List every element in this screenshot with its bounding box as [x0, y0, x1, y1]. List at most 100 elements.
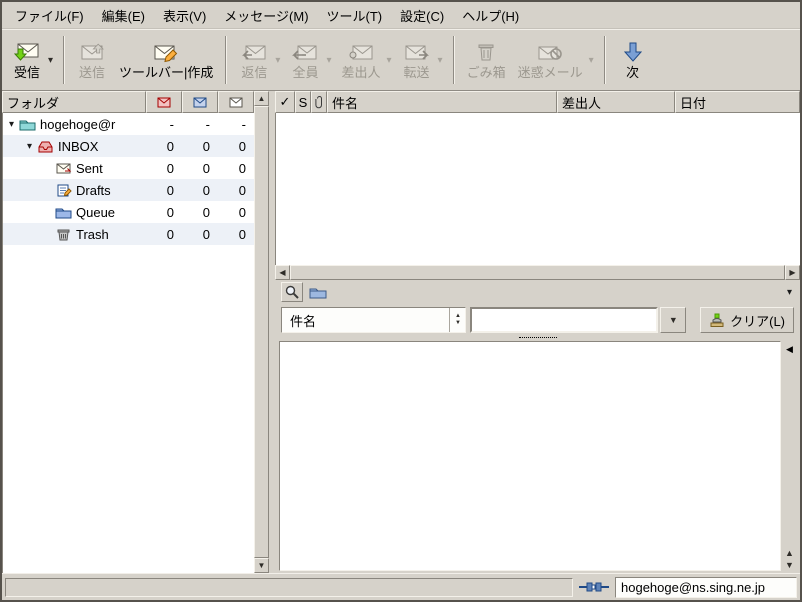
- next-button[interactable]: 次: [612, 32, 654, 88]
- unread-count: 0: [182, 227, 218, 242]
- scroll-down-button[interactable]: ▼: [254, 558, 269, 573]
- junk-dropdown-arrow[interactable]: ▾: [589, 55, 598, 66]
- drafts-folder-icon: [55, 184, 72, 197]
- menu-file[interactable]: ファイル(F): [6, 2, 93, 29]
- folder-row-trash[interactable]: Trash 0 0 0: [3, 223, 254, 245]
- message-list[interactable]: [275, 113, 800, 265]
- folder-row-sent[interactable]: Sent 0 0 0: [3, 157, 254, 179]
- from-column-header[interactable]: 差出人: [557, 91, 675, 113]
- unread-count: 0: [182, 205, 218, 220]
- toolbar-separator: [63, 36, 65, 84]
- online-status-icon[interactable]: [578, 580, 610, 594]
- reply-all-dropdown-arrow[interactable]: ▾: [326, 55, 335, 66]
- statusbar: hogehoge@ns.sing.ne.jp: [2, 573, 800, 600]
- inbox-icon: [37, 140, 54, 153]
- menu-tools[interactable]: ツール(T): [318, 2, 392, 29]
- junk-button[interactable]: 迷惑メール: [512, 32, 589, 88]
- mark-column-header[interactable]: ✓: [275, 91, 295, 113]
- subject-column-header[interactable]: 件名: [327, 91, 557, 113]
- scrollbar-thumb[interactable]: [290, 265, 785, 280]
- compose-label: ツールバー|作成: [119, 66, 213, 80]
- paperclip-icon: [315, 95, 324, 109]
- folder-name: INBOX: [58, 139, 98, 154]
- trash-icon: [475, 41, 497, 63]
- receive-button[interactable]: 受信: [6, 32, 48, 88]
- scroll-up-button[interactable]: ▲: [254, 91, 269, 106]
- total-count: -: [218, 117, 254, 132]
- toolbar: 受信 ▾ 送信 ツールバー|作成 返信 ▾: [2, 29, 800, 91]
- menu-view[interactable]: 表示(V): [154, 2, 215, 29]
- scrollbar-thumb[interactable]: [254, 106, 269, 558]
- message-scroll-up-button[interactable]: ▲: [785, 548, 794, 558]
- forward-dropdown-arrow[interactable]: ▾: [438, 55, 447, 66]
- receive-dropdown-arrow[interactable]: ▾: [48, 55, 57, 66]
- total-mail-column-header[interactable]: [218, 91, 254, 113]
- mime-view-collapse-arrow[interactable]: ◀: [786, 344, 793, 355]
- unread-mail-column-header[interactable]: [182, 91, 218, 113]
- total-count: 0: [218, 227, 254, 242]
- message-list-hscrollbar[interactable]: ◀ ▶: [275, 265, 800, 280]
- send-mail-icon: [79, 41, 105, 63]
- folder-row-inbox[interactable]: ▾ INBOX 0 0 0: [3, 135, 254, 157]
- folder-row-drafts[interactable]: Drafts 0 0 0: [3, 179, 254, 201]
- search-field-selector[interactable]: 件名 ▲ ▼: [281, 307, 466, 333]
- new-count: 0: [146, 183, 182, 198]
- reply-sender-button[interactable]: 差出人: [335, 32, 386, 88]
- folder-name: Queue: [76, 205, 115, 220]
- scroll-left-button[interactable]: ◀: [275, 265, 290, 280]
- search-history-dropdown[interactable]: ▼: [660, 307, 686, 333]
- new-mail-icon: [157, 97, 171, 108]
- quickbar-menu-arrow[interactable]: ▾: [787, 287, 794, 298]
- menubar: ファイル(F) 編集(E) 表示(V) メッセージ(M) ツール(T) 設定(C…: [2, 2, 800, 29]
- reply-all-button[interactable]: 全員: [284, 32, 326, 88]
- menu-help[interactable]: ヘルプ(H): [453, 2, 528, 29]
- reply-dropdown-arrow[interactable]: ▾: [275, 55, 284, 66]
- toolbar-separator: [225, 36, 227, 84]
- receive-label: 受信: [14, 66, 40, 80]
- main-area: フォルダ ▾ hogehoge@r -: [2, 91, 800, 573]
- unread-count: 0: [182, 183, 218, 198]
- message-view[interactable]: [279, 341, 781, 571]
- menu-edit[interactable]: 編集(E): [93, 2, 154, 29]
- new-count: 0: [146, 227, 182, 242]
- reply-icon: [241, 41, 267, 63]
- folder-name: Drafts: [76, 183, 111, 198]
- total-count: 0: [218, 205, 254, 220]
- send-button[interactable]: 送信: [71, 32, 113, 88]
- message-list-header: ✓ S 件名 差出人 日付: [275, 91, 800, 113]
- clear-stamp-icon: [709, 313, 725, 328]
- search-input[interactable]: [470, 307, 658, 333]
- status-column-header[interactable]: S: [295, 91, 311, 113]
- menu-message[interactable]: メッセージ(M): [215, 2, 317, 29]
- reply-button[interactable]: 返信: [233, 32, 275, 88]
- reply-sender-icon: [348, 41, 374, 63]
- next-arrow-icon: [622, 41, 644, 63]
- attachment-column-header[interactable]: [311, 91, 327, 113]
- new-mail-column-header[interactable]: [146, 91, 182, 113]
- combo-stepper-icon[interactable]: ▲ ▼: [449, 308, 465, 332]
- folder-column-header[interactable]: フォルダ: [2, 91, 146, 113]
- reply-sender-dropdown-arrow[interactable]: ▾: [387, 55, 396, 66]
- folder-pane-scrollbar[interactable]: ▲ ▼: [254, 91, 269, 573]
- folder-tree: ▾ hogehoge@r - - - ▾ INBOX 0 0: [2, 113, 254, 573]
- tree-expander-icon[interactable]: ▾: [23, 141, 36, 152]
- message-scroll-down-button[interactable]: ▼: [785, 560, 794, 570]
- date-column-header[interactable]: 日付: [675, 91, 800, 113]
- unread-count: 0: [182, 161, 218, 176]
- tree-expander-icon[interactable]: ▾: [5, 119, 18, 130]
- scroll-right-button[interactable]: ▶: [785, 265, 800, 280]
- forward-button[interactable]: 転送: [396, 32, 438, 88]
- current-account-selector[interactable]: hogehoge@ns.sing.ne.jp: [615, 577, 797, 598]
- search-button[interactable]: [281, 282, 303, 302]
- folder-row-account[interactable]: ▾ hogehoge@r - - -: [3, 113, 254, 135]
- mail-client-window: ファイル(F) 編集(E) 表示(V) メッセージ(M) ツール(T) 設定(C…: [0, 0, 802, 602]
- folder-row-queue[interactable]: Queue 0 0 0: [3, 201, 254, 223]
- clear-button[interactable]: クリア(L): [700, 307, 794, 333]
- search-folder-icon[interactable]: [307, 286, 329, 299]
- folder-pane: フォルダ ▾ hogehoge@r -: [2, 91, 254, 573]
- focus-indicator: [519, 337, 557, 338]
- menu-settings[interactable]: 設定(C): [391, 2, 453, 29]
- trash-button[interactable]: ごみ箱: [461, 32, 512, 88]
- toolbar-separator: [604, 36, 606, 84]
- compose-button[interactable]: ツールバー|作成: [113, 32, 219, 88]
